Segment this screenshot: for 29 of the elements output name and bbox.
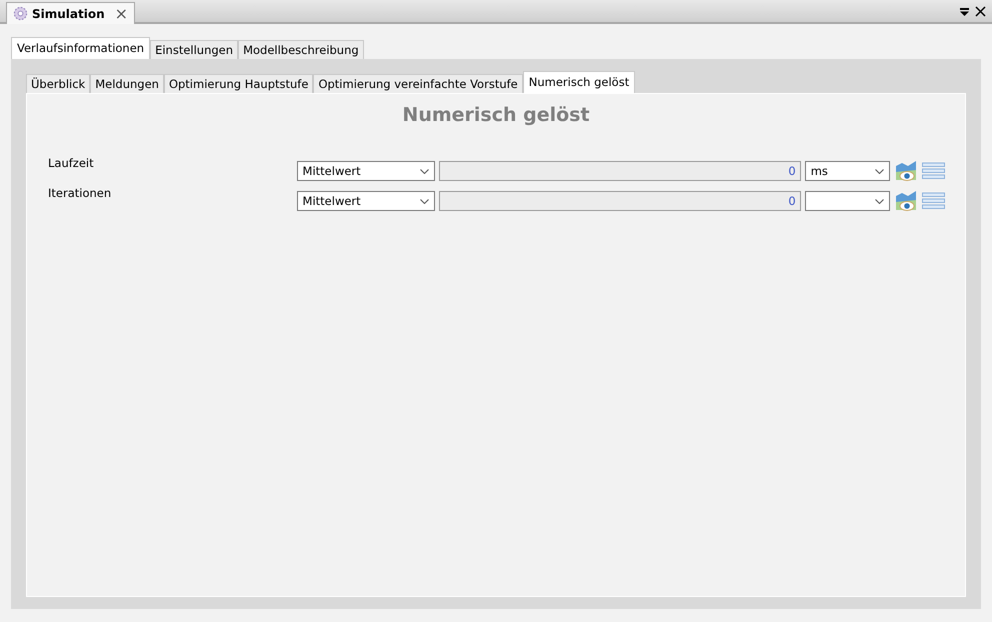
field-label: Laufzeit <box>48 156 95 170</box>
dropdown[interactable]: Mittelwert <box>296 161 436 181</box>
chart-eye-icon[interactable] <box>894 160 918 182</box>
chart-eye-icon[interactable] <box>894 190 918 212</box>
chevron-icon <box>420 168 430 174</box>
view-tab-title: Simulation <box>32 6 105 20</box>
dropdown[interactable]: Mittelwert <box>296 191 436 211</box>
field-label: Iterationen <box>48 186 112 200</box>
tab[interactable]: Einstellungen <box>150 40 238 59</box>
tab[interactable]: Modellbeschreibung <box>238 40 364 59</box>
chevron-icon <box>875 168 884 174</box>
view-menu-icon[interactable] <box>960 8 969 17</box>
close-icon[interactable] <box>975 6 986 17</box>
unit-dropdown[interactable]: ms <box>804 161 890 181</box>
tab[interactable]: Meldungen <box>90 74 164 93</box>
section-heading: Numerisch gelöst <box>401 104 591 126</box>
tab[interactable]: Optimierung vereinfachte Vorstufe <box>313 74 523 93</box>
tab[interactable]: Verlaufsinformationen <box>11 37 150 59</box>
unit-dropdown[interactable] <box>804 191 890 211</box>
value-field[interactable]: 0 <box>439 191 801 211</box>
value-field[interactable]: 0 <box>439 161 801 181</box>
tab[interactable]: Überblick <box>26 74 90 93</box>
chevron-icon <box>875 198 884 204</box>
close-icon[interactable]: × <box>114 6 128 22</box>
tab[interactable]: Optimierung Hauptstufe <box>164 74 314 93</box>
view-tab[interactable]: Simulation × <box>6 2 136 24</box>
tab[interactable]: Numerisch gelöst <box>522 71 636 93</box>
chevron-icon <box>420 198 430 204</box>
gear-icon <box>13 6 28 21</box>
